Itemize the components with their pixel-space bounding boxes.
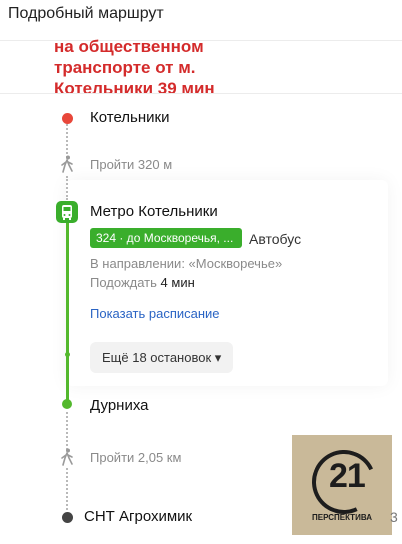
walk-connector-top [66, 124, 70, 158]
start-stop-dot [62, 113, 73, 124]
edge-digit: 3 [390, 509, 398, 525]
annotation-line-1: на общественном [54, 37, 204, 56]
board-stop-name: Метро Котельники [90, 203, 218, 220]
end-stop-name: СНТ Агрохимик [84, 508, 193, 525]
logo-number: 21 [329, 457, 366, 495]
exit-stop-dot [62, 399, 72, 409]
century21-logo: 21 ПЕРСПЕКТИВА [292, 435, 392, 535]
show-schedule-link[interactable]: Показать расписание [90, 306, 220, 321]
route-divider [0, 93, 402, 94]
route-annotation: на общественном транспорте от м. Котельн… [54, 36, 314, 99]
intermediate-stop-dot [65, 352, 70, 357]
wait-value: 4 мин [160, 275, 195, 290]
walk-icon [61, 448, 73, 466]
wait-row: Подождать 4 мин [90, 275, 195, 290]
walk-distance-1: Пройти 320 м [90, 157, 173, 172]
direction-text: В направлении: «Москворечье» [90, 256, 283, 271]
exit-stop-name: Дурниха [90, 397, 149, 414]
vehicle-type: Автобус [249, 231, 302, 247]
walk-distance-2: Пройти 2,05 км [90, 450, 182, 465]
more-stops-button[interactable]: Ещё 18 остановок ▾ [90, 342, 234, 373]
walk-connector-low [66, 412, 70, 450]
walk-icon [61, 155, 73, 173]
annotation-line-2: транспорте от м. [54, 58, 196, 77]
transit-line [66, 220, 69, 403]
page-title: Подробный маршрут [8, 5, 164, 22]
bus-icon [56, 201, 78, 223]
walk-connector-mid [66, 176, 70, 200]
annotation-line-3: Котельники 39 мин [54, 79, 215, 98]
logo-caption: ПЕРСПЕКТИВА [312, 513, 372, 522]
end-stop-dot [62, 512, 73, 523]
start-stop-name: Котельники [90, 109, 170, 126]
route-number-chip[interactable]: 324 · до Москворечья, ... [90, 228, 242, 248]
wait-label: Подождать [90, 275, 157, 290]
walk-connector-end [66, 468, 70, 510]
